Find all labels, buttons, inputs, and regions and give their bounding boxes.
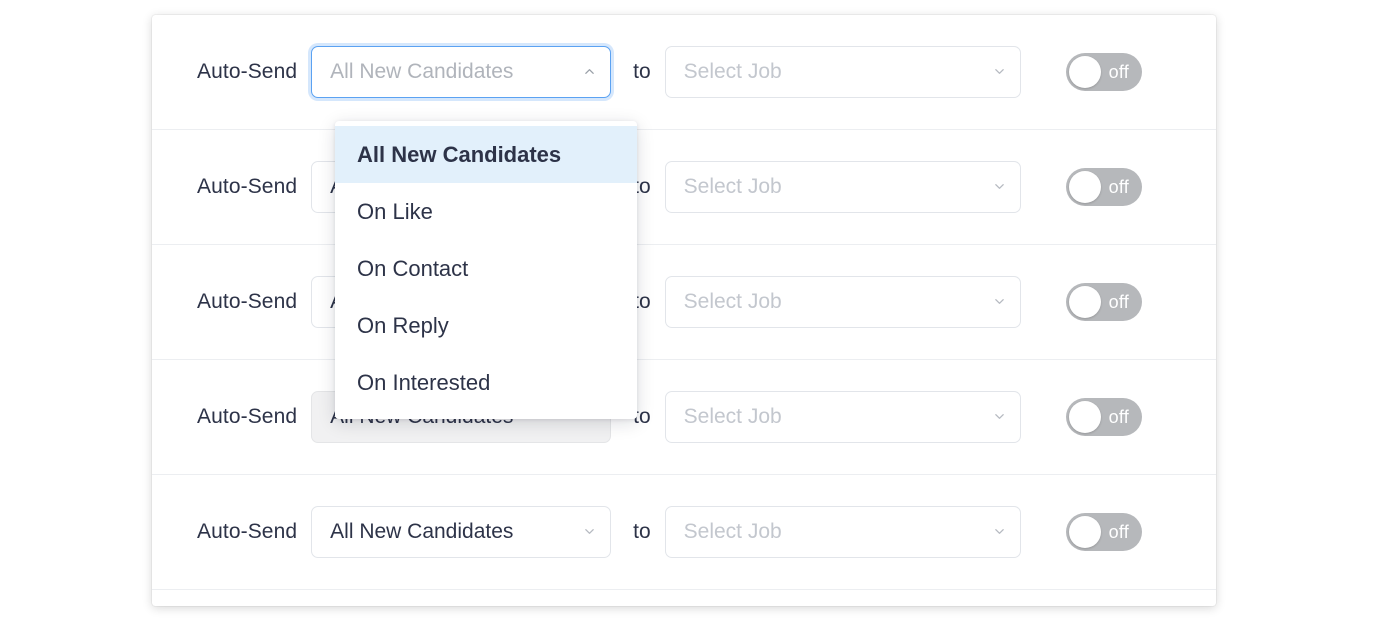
- auto-send-rules-list: Auto-Send All New Candidates to Select J…: [152, 15, 1216, 606]
- auto-send-row: Auto-Send All New Candidates to Select J…: [152, 590, 1216, 606]
- auto-send-row: Auto-Send All New Candidates to Select J…: [152, 15, 1216, 130]
- chevron-down-icon: [994, 411, 1005, 422]
- auto-send-label: Auto-Send: [197, 290, 298, 313]
- job-select-value: Select Job: [683, 290, 782, 313]
- chevron-down-icon: [994, 181, 1005, 192]
- trigger-select-value: All New Candidates: [330, 520, 514, 543]
- auto-send-label: Auto-Send: [197, 405, 298, 428]
- job-select-value: Select Job: [683, 405, 782, 428]
- job-select-5[interactable]: Select Job: [664, 506, 1021, 558]
- toggle-state-label: off: [1108, 291, 1129, 312]
- trigger-select-5[interactable]: All New Candidates: [311, 506, 612, 558]
- toggle-knob: [1068, 401, 1101, 433]
- auto-send-toggle-4[interactable]: off: [1065, 398, 1142, 436]
- toggle-knob: [1068, 171, 1101, 203]
- auto-send-row: Auto-Send All New Candidates to Select J…: [152, 245, 1216, 360]
- chevron-up-icon: [584, 66, 595, 77]
- trigger-select-1[interactable]: All New Candidates: [311, 46, 612, 98]
- toggle-knob: [1068, 286, 1101, 318]
- auto-send-toggle-3[interactable]: off: [1065, 283, 1142, 321]
- job-select-1[interactable]: Select Job: [664, 46, 1021, 98]
- toggle-state-label: off: [1108, 406, 1129, 427]
- to-label: to: [633, 520, 651, 543]
- job-select-2[interactable]: Select Job: [664, 161, 1021, 213]
- dropdown-option-all-new-candidates[interactable]: All New Candidates: [335, 126, 637, 183]
- chevron-down-icon: [584, 526, 595, 537]
- job-select-4[interactable]: Select Job: [664, 391, 1021, 443]
- auto-send-label: Auto-Send: [197, 60, 298, 83]
- job-select-3[interactable]: Select Job: [664, 276, 1021, 328]
- job-select-value: Select Job: [683, 520, 782, 543]
- auto-send-row: Auto-Send All New Candidates to Select J…: [152, 360, 1216, 475]
- dropdown-option-on-interested[interactable]: On Interested: [335, 354, 637, 411]
- trigger-dropdown-menu[interactable]: All New Candidates On Like On Contact On…: [335, 121, 637, 419]
- dropdown-option-on-like[interactable]: On Like: [335, 183, 637, 240]
- trigger-select-value: All New Candidates: [330, 60, 514, 83]
- job-select-value: Select Job: [683, 60, 782, 83]
- job-select-value: Select Job: [683, 175, 782, 198]
- auto-send-toggle-5[interactable]: off: [1065, 513, 1142, 551]
- auto-send-rules-card: Auto-Send All New Candidates to Select J…: [152, 15, 1216, 606]
- to-label: to: [633, 60, 651, 83]
- toggle-knob: [1068, 56, 1101, 88]
- toggle-state-label: off: [1108, 61, 1129, 82]
- chevron-down-icon: [994, 66, 1005, 77]
- chevron-down-icon: [994, 296, 1005, 307]
- auto-send-label: Auto-Send: [197, 520, 298, 543]
- auto-send-toggle-2[interactable]: off: [1065, 168, 1142, 206]
- auto-send-label: Auto-Send: [197, 175, 298, 198]
- auto-send-toggle-1[interactable]: off: [1065, 53, 1142, 91]
- toggle-state-label: off: [1108, 521, 1129, 542]
- auto-send-row: Auto-Send All New Candidates to Select J…: [152, 130, 1216, 245]
- toggle-state-label: off: [1108, 176, 1129, 197]
- screen: Auto-Send All New Candidates to Select J…: [0, 0, 1384, 634]
- toggle-knob: [1068, 516, 1101, 548]
- dropdown-option-on-reply[interactable]: On Reply: [335, 297, 637, 354]
- dropdown-option-on-contact[interactable]: On Contact: [335, 240, 637, 297]
- chevron-down-icon: [994, 526, 1005, 537]
- auto-send-row: Auto-Send All New Candidates to Select J…: [152, 475, 1216, 590]
